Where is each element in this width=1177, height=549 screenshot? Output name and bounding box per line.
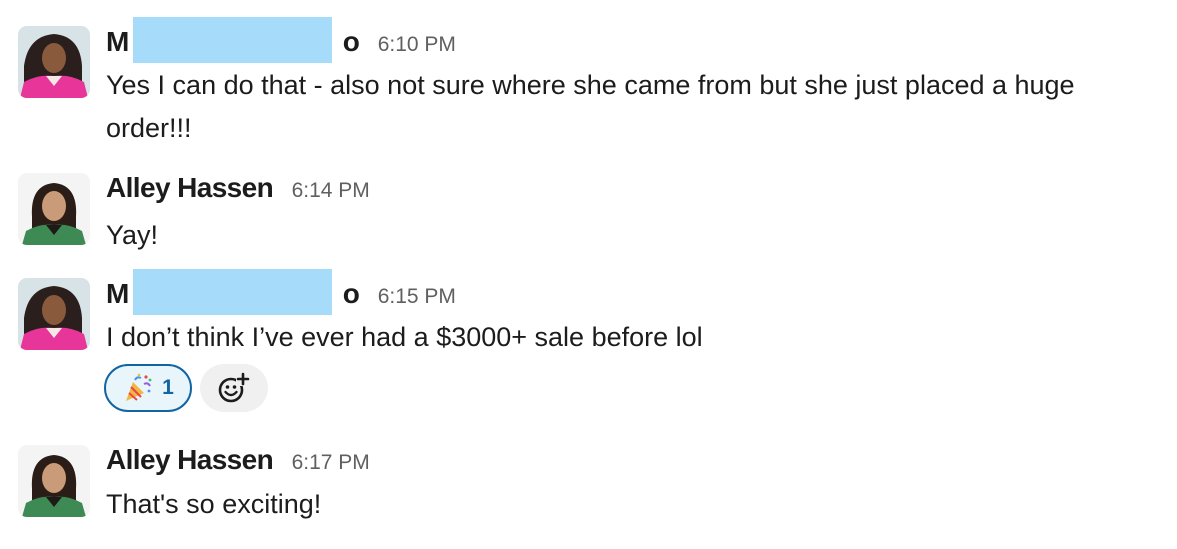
- message-header: Alley Hassen 6:17 PM: [106, 444, 370, 480]
- add-reaction-icon: [218, 372, 250, 403]
- reaction-count: 1: [162, 376, 174, 399]
- sender-name[interactable]: Alley Hassen: [106, 444, 274, 475]
- add-reaction-button[interactable]: [200, 364, 268, 412]
- message-header: Mo 6:15 PM: [106, 269, 456, 315]
- redaction-block: [133, 269, 332, 315]
- reaction-pill[interactable]: 1: [104, 364, 192, 412]
- message-text: Yes I can do that - also not sure where …: [106, 70, 1075, 143]
- party-popper-icon: [126, 373, 152, 401]
- sender-name[interactable]: Mo: [106, 269, 360, 315]
- message-header: Alley Hassen 6:14 PM: [106, 172, 370, 208]
- redaction-block: [133, 17, 332, 63]
- message-timestamp[interactable]: 6:14 PM: [292, 179, 370, 202]
- user-avatar[interactable]: [18, 278, 90, 350]
- message-timestamp[interactable]: 6:15 PM: [378, 285, 456, 308]
- user-avatar[interactable]: [18, 173, 90, 245]
- message-text: Yay!: [106, 220, 159, 250]
- message-timestamp[interactable]: 6:17 PM: [292, 451, 370, 474]
- user-avatar[interactable]: [18, 445, 90, 517]
- message-timestamp[interactable]: 6:10 PM: [378, 33, 456, 56]
- message-text: That's so exciting!: [106, 489, 322, 519]
- sender-name[interactable]: Alley Hassen: [106, 172, 274, 203]
- message-text: I don’t think I’ve ever had a $3000+ sal…: [106, 322, 703, 352]
- message-header: Mo 6:10 PM: [106, 17, 456, 63]
- sender-name[interactable]: Mo: [106, 17, 360, 63]
- user-avatar[interactable]: [18, 26, 90, 98]
